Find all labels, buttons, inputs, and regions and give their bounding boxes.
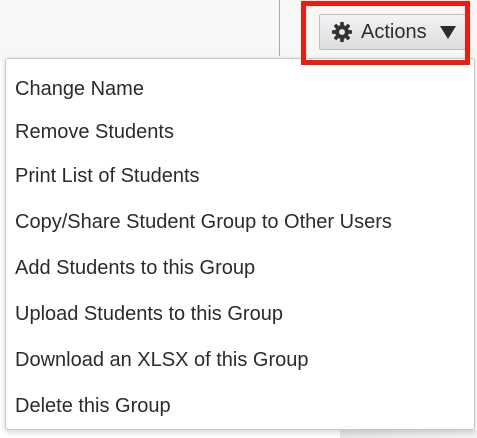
menu-item-delete-group[interactable]: Delete this Group bbox=[15, 388, 171, 424]
actions-dropdown-menu: Change Name Remove Students Print List o… bbox=[5, 58, 475, 430]
background-fragment bbox=[340, 430, 477, 438]
menu-item-add-students[interactable]: Add Students to this Group bbox=[15, 250, 255, 286]
menu-item-download-xlsx[interactable]: Download an XLSX of this Group bbox=[15, 342, 309, 378]
menu-item-remove-students[interactable]: Remove Students bbox=[15, 114, 174, 150]
menu-item-change-name[interactable]: Change Name bbox=[15, 71, 144, 107]
menu-item-upload-students[interactable]: Upload Students to this Group bbox=[15, 296, 283, 332]
toolbar-divider bbox=[279, 0, 280, 56]
menu-item-copy-share-student-group[interactable]: Copy/Share Student Group to Other Users bbox=[15, 204, 392, 240]
highlight-box bbox=[301, 1, 470, 65]
screen: Actions Change Name Remove Students Prin… bbox=[0, 0, 477, 438]
menu-item-print-list-of-students[interactable]: Print List of Students bbox=[15, 158, 200, 194]
